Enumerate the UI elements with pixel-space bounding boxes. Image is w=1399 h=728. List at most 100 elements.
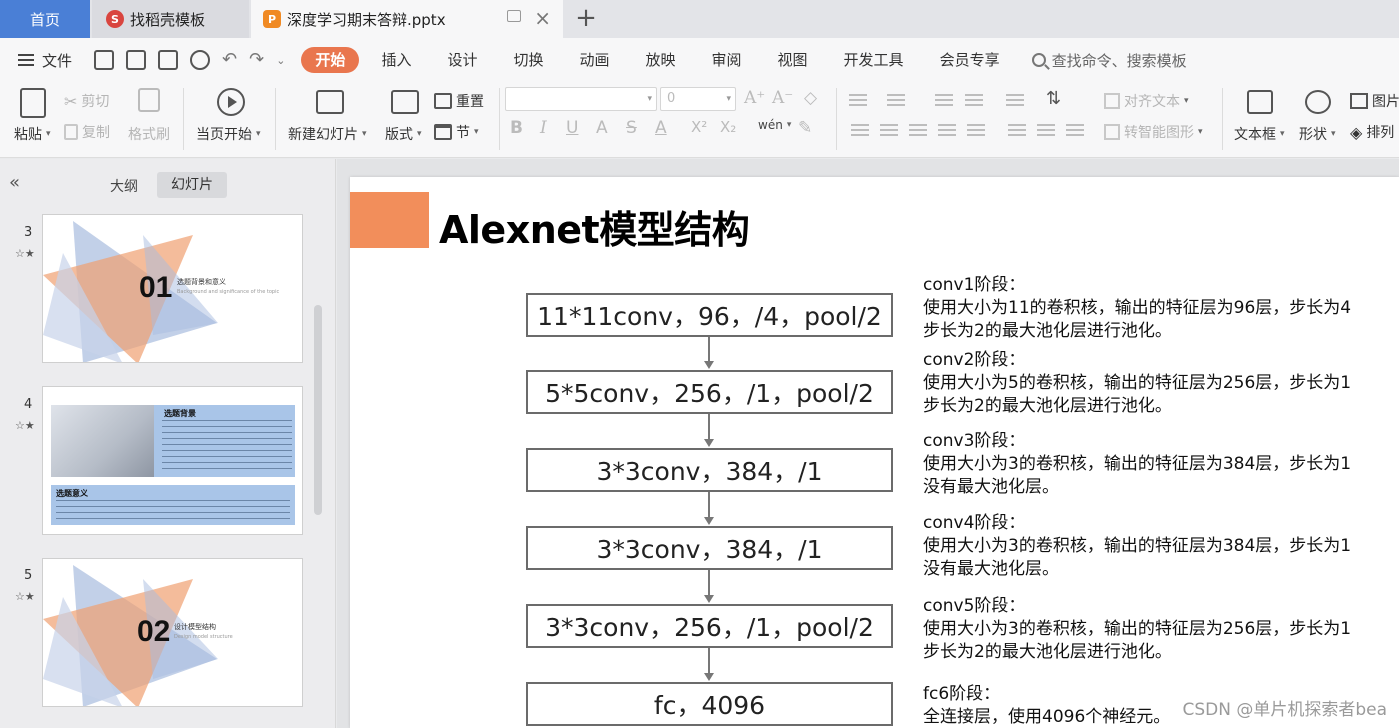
arrange-button[interactable]: ◈ 排列 [1350,122,1394,142]
tab-start[interactable]: 开始 [301,47,360,73]
arrange-label: 排列 [1366,125,1395,141]
print-preview-icon[interactable] [190,50,211,70]
layer-box-conv1[interactable]: 11*11conv，96，/4，pool/2 [526,293,893,337]
paste-button[interactable]: 粘贴 ▾ [14,124,51,144]
line-spacing-icon[interactable] [1008,124,1026,138]
tab-member[interactable]: 会员专享 [922,47,1018,73]
text-shadow-icon[interactable]: A [596,118,608,138]
stage-description-conv1[interactable]: conv1阶段： 使用大小为11的卷积核，输出的特征层为96层，步长为4 步长为… [923,274,1351,343]
close-tab-icon[interactable]: × [534,6,551,30]
increase-font-icon[interactable]: A⁺ [744,88,765,108]
stage-description-conv5[interactable]: conv5阶段： 使用大小为3的卷积核，输出的特征层为256层，步长为1 步长为… [923,595,1351,664]
tab-animation[interactable]: 动画 [561,47,627,73]
decrease-font-icon[interactable]: A⁻ [772,88,793,108]
new-slide-button[interactable]: 新建幻灯片 ▾ [288,124,367,144]
numbered-list-icon[interactable] [887,94,905,108]
increase-indent-icon[interactable] [965,94,983,108]
tab-template-store[interactable]: S 找稻壳模板 [92,0,249,38]
print-icon[interactable] [158,50,179,70]
textbox-button[interactable]: 文本框 ▾ [1234,124,1285,144]
justify-icon[interactable] [938,124,956,138]
tab-design[interactable]: 设计 [429,47,495,73]
align-text-button[interactable]: 对齐文本 ▾ [1104,91,1189,111]
tab-view[interactable]: 视图 [760,47,826,73]
font-size-select[interactable]: 0 ▾ [660,87,736,111]
paragraph-spacing-icon[interactable] [1037,124,1055,138]
align-right-icon[interactable] [909,124,927,138]
picture-button[interactable]: 图片 [1350,91,1399,111]
clear-format-eraser-icon[interactable]: ◇ [804,88,817,108]
undo-icon[interactable]: ↶ [222,51,237,69]
layout-button[interactable]: 版式 ▾ [385,124,422,144]
layer-box-conv5[interactable]: 3*3conv，256，/1，pool/2 [526,604,893,648]
font-color-icon[interactable]: A [655,118,667,138]
stage-description-conv3[interactable]: conv3阶段： 使用大小为3的卷积核，输出的特征层为384层，步长为1 没有最… [923,430,1351,499]
smart-graphic-button[interactable]: 转智能图形 ▾ [1104,122,1203,142]
paste-clipboard-icon[interactable] [20,88,46,118]
collapse-panel-icon[interactable]: « [9,172,20,193]
panel-scrollbar[interactable] [314,305,322,515]
align-text-label: 对齐文本 [1124,94,1180,110]
shape-button[interactable]: 形状 ▾ [1299,124,1336,144]
tab-transition[interactable]: 切换 [495,47,561,73]
italic-icon[interactable]: I [540,118,547,138]
slide-thumbnail-3[interactable]: 01 选题背景和意义 Background and significance o… [42,214,303,363]
current-slide[interactable]: Alexnet模型结构 11*11conv，96，/4，pool/2 5*5co… [350,177,1399,728]
slide-thumbnail-4[interactable]: 选题背景 选题意义 [42,386,303,535]
command-search[interactable]: 查找命令、搜索模板 [1031,50,1187,71]
align-center-icon[interactable] [880,124,898,138]
highlight-pen-icon[interactable]: ✎ [798,118,812,138]
customize-toolbar-chevron-icon[interactable]: ⌄ [276,55,285,66]
stage-description-fc6[interactable]: fc6阶段： 全连接层，使用4096个神经元。 [923,683,1170,728]
format-painter-button[interactable]: 格式刷 [128,124,170,144]
reset-icon [434,93,452,109]
shape-label: 形状 [1299,127,1327,143]
reset-button[interactable]: 重置 [434,91,484,111]
slide-thumbnail-5[interactable]: 02 设计模型结构 Design model structure [42,558,303,707]
font-name-select[interactable]: ▾ [505,87,657,111]
stage-line: 使用大小为3的卷积核，输出的特征层为384层，步长为1 [923,536,1352,556]
pin-window-icon[interactable] [507,10,521,22]
phonetic-guide-button[interactable]: wén ▾ [758,118,791,132]
tab-review[interactable]: 审阅 [694,47,760,73]
stage-description-conv4[interactable]: conv4阶段： 使用大小为3的卷积核，输出的特征层为384层，步长为1 没有最… [923,512,1351,581]
decrease-indent-icon[interactable] [935,94,953,108]
copy-button[interactable]: 复制 [64,122,110,142]
text-direction-icon[interactable] [1006,94,1024,108]
align-left-icon[interactable] [851,124,869,138]
cut-button[interactable]: ✂ 剪切 [64,91,109,111]
tab-insert[interactable]: 插入 [363,47,429,73]
layer-box-fc6[interactable]: fc，4096 [526,682,893,726]
new-tab-plus-icon[interactable]: + [572,4,600,32]
export-pdf-icon[interactable] [126,50,147,70]
tab-file-label: 深度学习期末答辩.pptx [287,10,446,29]
stage-description-conv2[interactable]: conv2阶段： 使用大小为5的卷积核，输出的特征层为256层，步长为1 步长为… [923,349,1351,418]
section-button[interactable]: 节 ▾ [434,122,479,142]
font-size-dropdown-icon: ▾ [726,94,731,104]
flow-arrow [708,414,710,439]
subscript-icon[interactable]: X₂ [720,118,736,136]
layer-box-conv2[interactable]: 5*5conv，256，/1，pool/2 [526,370,893,414]
sort-line-spacing-icon[interactable]: ⇅ [1046,88,1061,109]
save-icon[interactable] [94,50,115,70]
significance-heading: 选题意义 [56,489,88,498]
superscript-icon[interactable]: X² [691,118,707,136]
tab-home[interactable]: 首页 [0,0,90,38]
tab-developer[interactable]: 开发工具 [826,47,922,73]
tab-slideshow[interactable]: 放映 [628,47,694,73]
strikethrough-icon[interactable]: S [626,118,637,138]
columns-icon[interactable] [1066,124,1084,138]
bold-icon[interactable]: B [510,118,523,138]
tab-current-file[interactable]: P 深度学习期末答辩.pptx × [251,0,563,38]
play-from-current-button[interactable]: 当页开始 ▾ [196,124,261,144]
distribute-icon[interactable] [967,124,985,138]
layer-box-conv4[interactable]: 3*3conv，384，/1 [526,526,893,570]
underline-icon[interactable]: U [566,118,578,138]
redo-icon[interactable]: ↷ [249,51,264,69]
file-menu-button[interactable]: 文件 [18,50,72,71]
bullet-list-icon[interactable] [849,94,867,108]
slide-title[interactable]: Alexnet模型结构 [439,199,750,254]
slides-view-tab[interactable]: 幻灯片 [157,172,227,198]
outline-view-tab[interactable]: 大纲 [110,176,138,196]
layer-box-conv3[interactable]: 3*3conv，384，/1 [526,448,893,492]
